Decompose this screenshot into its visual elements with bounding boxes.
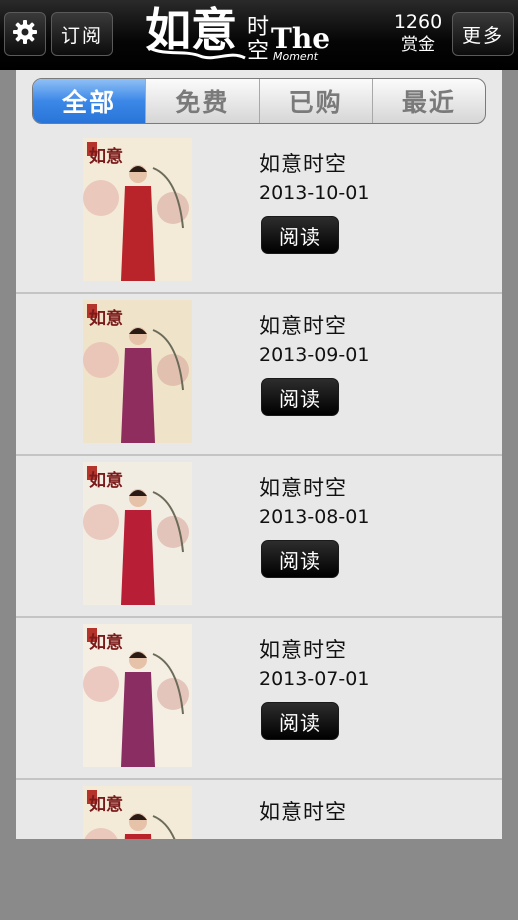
issue-date: 2013-10-01 (259, 182, 370, 204)
issue-row[interactable]: 如意 如意时空 2013-10-01 阅读 (16, 132, 502, 294)
more-button[interactable]: 更多 (452, 12, 514, 56)
top-nav-bar: 订阅 如意 时 空 The Moment 1260 赏金 更多 (0, 0, 518, 70)
cover-masthead: 如意 (89, 147, 123, 167)
issue-title: 如意时空 (259, 152, 347, 176)
issue-date: 2013-09-01 (259, 344, 370, 366)
issue-list-panel: 全部 免费 已购 最近 如意 如意时空 2013-10-01 阅读 如意 如意时空 2013… (16, 70, 502, 839)
cover-masthead: 如意 (89, 471, 123, 491)
svg-text:空: 空 (247, 39, 269, 64)
tab-recent[interactable]: 最近 (371, 79, 485, 123)
issue-cover-image[interactable]: 如意 (83, 462, 192, 605)
issue-title: 如意时空 (259, 314, 347, 338)
issue-cover-image[interactable]: 如意 (83, 786, 192, 839)
issue-row[interactable]: 如意 如意时空 2013-07-01 阅读 (16, 618, 502, 780)
read-button[interactable]: 阅读 (261, 702, 339, 740)
svg-text:Moment: Moment (273, 50, 319, 63)
cover-masthead: 如意 (89, 309, 123, 329)
issue-date: 2013-07-01 (259, 668, 370, 690)
read-button[interactable]: 阅读 (261, 216, 339, 254)
tab-purchased[interactable]: 已购 (258, 79, 372, 123)
tab-free[interactable]: 免费 (145, 79, 258, 123)
issue-cover-image[interactable]: 如意 (83, 300, 192, 443)
issue-cover-image[interactable]: 如意 (83, 624, 192, 767)
cover-masthead: 如意 (89, 633, 123, 653)
issue-row[interactable]: 如意 如意时空 (16, 780, 502, 839)
reward-balance: 1260 赏金 (388, 10, 448, 56)
read-button[interactable]: 阅读 (261, 540, 339, 578)
issue-date: 2013-08-01 (259, 506, 370, 528)
issue-title: 如意时空 (259, 476, 347, 500)
issue-title: 如意时空 (259, 638, 347, 662)
issue-row[interactable]: 如意 如意时空 2013-08-01 阅读 (16, 456, 502, 618)
filter-segmented-control: 全部 免费 已购 最近 (32, 78, 486, 124)
issue-row[interactable]: 如意 如意时空 2013-09-01 阅读 (16, 294, 502, 456)
reward-amount: 1260 (393, 11, 443, 33)
tab-all[interactable]: 全部 (33, 79, 146, 123)
cover-masthead: 如意 (89, 795, 123, 815)
issue-title: 如意时空 (259, 800, 347, 824)
svg-text:如意: 如意 (145, 3, 237, 57)
reward-label: 赏金 (401, 35, 435, 55)
read-button[interactable]: 阅读 (261, 378, 339, 416)
gear-icon (11, 18, 39, 50)
app-logo: 如意 时 空 The Moment (145, 0, 390, 66)
svg-text:时: 时 (247, 15, 269, 40)
issue-cover-image[interactable]: 如意 (83, 138, 192, 281)
settings-button[interactable] (4, 12, 46, 56)
subscribe-button[interactable]: 订阅 (51, 12, 113, 56)
